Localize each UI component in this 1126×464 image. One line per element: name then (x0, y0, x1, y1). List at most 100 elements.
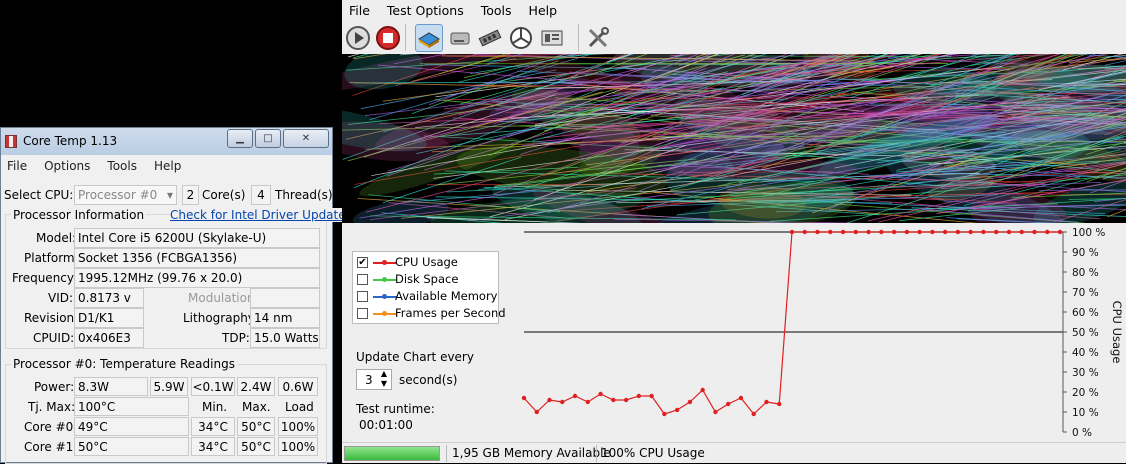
data-point (854, 230, 858, 234)
legend-fps-label: Frames per Second (395, 306, 506, 320)
data-point (1032, 230, 1036, 234)
legend-memory-label: Available Memory (395, 289, 497, 303)
core0-min: 34°C (191, 417, 235, 436)
lithography-label: Lithography: (183, 311, 258, 325)
data-point (662, 412, 666, 416)
legend-frames-per-second[interactable]: Frames per Second (357, 306, 497, 322)
coretemp-titlebar[interactable]: Core Temp 1.13 ▁ □ ✕ (1, 128, 332, 155)
toolbar-separator-2 (578, 24, 579, 51)
gpu-test-icon[interactable] (507, 24, 535, 52)
threads-count: 4 (251, 185, 271, 205)
model-value: Intel Core i5 6200U (Skylake-U) (74, 228, 320, 248)
data-point (815, 230, 819, 234)
data-point (994, 230, 998, 234)
stress-menubar: File Test Options Tools Help (342, 0, 1126, 21)
data-point (866, 230, 870, 234)
legend-cpu-usage[interactable]: ✔ CPU Usage (357, 255, 497, 271)
data-point (930, 230, 934, 234)
legend-available-memory[interactable]: Available Memory (357, 289, 497, 305)
y-tick-label: 60 % (1072, 307, 1099, 319)
legend-cpu-checkbox[interactable]: ✔ (357, 257, 368, 268)
menu-file[interactable]: File (7, 159, 27, 173)
settings-tools-icon[interactable] (584, 24, 612, 52)
lithography-value: 14 nm (250, 308, 320, 328)
data-point (1045, 230, 1049, 234)
maximize-button[interactable]: □ (255, 129, 281, 148)
power-package: 8.3W (74, 377, 148, 396)
close-button[interactable]: ✕ (283, 129, 329, 148)
power-label: Power: (34, 380, 74, 394)
minimize-button[interactable]: ▁ (227, 129, 253, 148)
menu-help[interactable]: Help (529, 3, 558, 18)
data-point (560, 400, 564, 404)
select-cpu-label: Select CPU: (4, 188, 73, 202)
processor-info-label: Processor Information (11, 208, 146, 222)
system-info-icon[interactable] (538, 24, 566, 52)
legend-cpu-label: CPU Usage (395, 255, 458, 269)
data-point (726, 402, 730, 406)
legend-cpu-dot (382, 260, 387, 265)
coretemp-window: Core Temp 1.13 ▁ □ ✕ File Options Tools … (0, 127, 333, 463)
data-point (1058, 230, 1062, 234)
toolbar-separator (405, 24, 406, 51)
core1-load: 100% (278, 437, 318, 456)
core1-label: Core #1: (24, 440, 77, 454)
core1-max: 50°C (237, 437, 275, 456)
data-point (739, 396, 743, 400)
threads-label: Thread(s) (275, 188, 333, 202)
menu-file[interactable]: File (349, 3, 370, 18)
power-dram: 2.4W (237, 377, 275, 396)
frequency-value: 1995.12MHz (99.76 x 20.0) (74, 268, 320, 288)
temperature-readings-label: Processor #0: Temperature Readings (11, 357, 237, 371)
modulation-label: Modulation: (188, 291, 259, 305)
cpu-test-icon[interactable] (415, 24, 443, 52)
data-point (828, 230, 832, 234)
y-tick-label: 30 % (1072, 367, 1099, 379)
cores-label: Core(s) (202, 188, 245, 202)
runtime-value: 00:01:00 (359, 418, 413, 432)
data-point (700, 388, 704, 392)
legend-memory-checkbox[interactable] (357, 291, 368, 302)
spinner-down-icon[interactable]: ▼ (381, 379, 387, 388)
data-point (968, 230, 972, 234)
memory-test-icon[interactable] (476, 24, 504, 52)
spinner-up-icon[interactable]: ▲ (381, 369, 387, 378)
menu-help[interactable]: Help (154, 159, 181, 173)
core0-label: Core #0: (24, 420, 77, 434)
disk-test-icon[interactable] (446, 24, 474, 52)
update-unit-label: second(s) (399, 373, 457, 387)
data-point (841, 230, 845, 234)
core1-min: 34°C (191, 437, 235, 456)
menu-tools[interactable]: Tools (481, 3, 512, 18)
model-label: Model: (36, 231, 76, 245)
legend-disk-space[interactable]: Disk Space (357, 272, 497, 288)
data-point (1007, 230, 1011, 234)
chart-panel: 0 %10 %20 %30 %40 %50 %60 %70 %80 %90 %1… (342, 223, 1126, 440)
data-point (522, 396, 526, 400)
y-tick-label: 80 % (1072, 267, 1099, 279)
legend-memory-dot (382, 294, 387, 299)
power-cores: 5.9W (150, 377, 188, 396)
max-column-header: Max. (242, 400, 271, 414)
stress-toolbar (342, 21, 1126, 54)
legend-fps-checkbox[interactable] (357, 308, 368, 319)
cores-count: 2 (182, 185, 199, 205)
status-cpu: 100% CPU Usage (601, 446, 705, 460)
data-point (777, 402, 781, 406)
play-icon[interactable] (344, 24, 372, 52)
update-interval-spinner[interactable]: 3 ▲ ▼ (356, 369, 392, 390)
stop-icon[interactable] (374, 24, 402, 52)
cpuid-value: 0x406E3 (74, 328, 144, 348)
menu-tools[interactable]: Tools (107, 159, 137, 173)
core0-temp: 49°C (74, 417, 189, 436)
core0-max: 50°C (237, 417, 275, 436)
legend-disk-checkbox[interactable] (357, 274, 368, 285)
y-tick-label: 100 % (1072, 227, 1105, 239)
select-cpu-dropdown[interactable]: Processor #0 ▾ (74, 185, 177, 205)
menu-options[interactable]: Options (44, 159, 90, 173)
coretemp-title: Core Temp 1.13 (23, 134, 117, 148)
menu-test-options[interactable]: Test Options (387, 3, 464, 18)
data-point (956, 230, 960, 234)
render-artwork (342, 54, 1126, 223)
driver-updates-link[interactable]: Check for Intel Driver Updates (169, 208, 353, 222)
